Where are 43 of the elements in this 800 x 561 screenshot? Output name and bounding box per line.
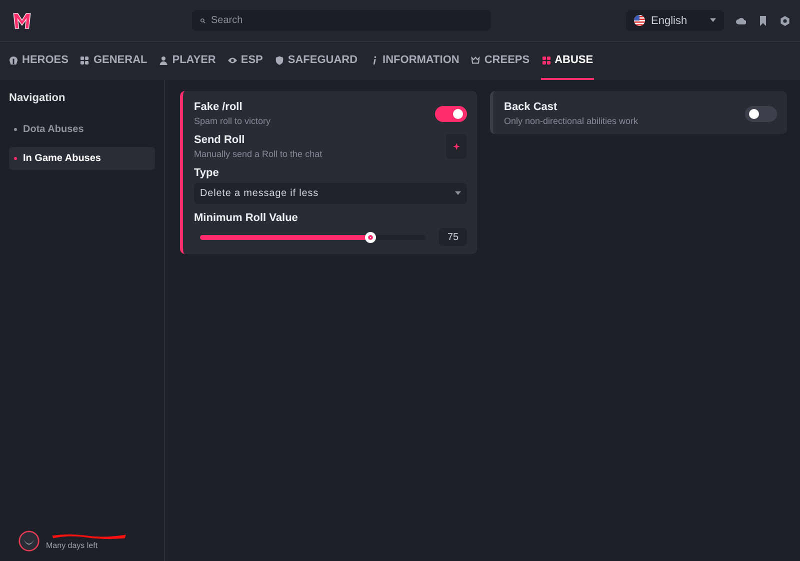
nav-tab[interactable]: ABUSE [540,42,594,80]
helmet-icon [9,56,18,64]
grid-icon [80,56,90,64]
cloud-icon[interactable] [736,16,746,26]
slider-value: 75 [439,228,467,246]
slider-track[interactable] [200,234,426,240]
setting-description: Spam roll to victory [194,116,271,126]
logo-icon [12,10,32,30]
toggle-switch[interactable] [435,106,467,122]
sidebar-item[interactable]: Dota Abuses [9,118,155,141]
person-icon [159,56,168,64]
caret-icon [710,18,716,23]
sidebar-title: Navigation [9,92,66,104]
nav-tab[interactable]: CREEPS [470,42,531,80]
sidebar-item[interactable]: In Game Abuses [9,147,155,170]
search-field[interactable]: Search [192,10,491,31]
nav-tab[interactable]: ESP [226,42,264,80]
setting-title: Send Roll [194,134,246,146]
nav-tab[interactable]: HEROES [8,42,70,80]
setting-description: Manually send a Roll to the chat [194,149,322,159]
setting-title: Fake /roll [194,101,244,113]
nav-tab[interactable]: GENERAL [79,42,148,80]
grid-icon [542,56,551,64]
bookmark-icon[interactable] [758,16,768,26]
flag-icon [634,15,645,26]
setting-title: Minimum Roll Value [194,212,299,224]
shield-icon [274,56,284,64]
toggle-switch[interactable] [745,106,777,122]
sparkle-icon [453,143,460,150]
subscription-status: Many days left [46,540,99,550]
type-dropdown[interactable]: Delete a message if less [194,183,467,204]
language-dropdown[interactable]: English [626,10,724,31]
caret-icon [455,191,461,196]
settings-icon[interactable] [780,16,790,26]
eye-icon [228,56,237,64]
nav-tab[interactable]: SAFEGUARD [274,42,359,80]
slider-handle[interactable] [364,232,376,242]
setting-description: Only non-directional abilities work [504,116,638,126]
setting-title: Type [194,167,220,179]
nav-tab[interactable]: INFORMATION [368,42,460,80]
avatar-icon [18,530,40,552]
setting-title: Back Cast [504,101,558,113]
nav-tab[interactable]: PLAYER [158,42,217,80]
